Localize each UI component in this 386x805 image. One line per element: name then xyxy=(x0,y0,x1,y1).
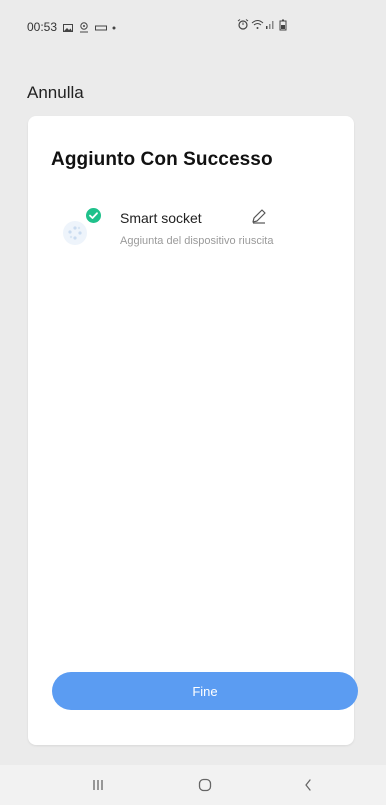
status-left: 00:53 xyxy=(27,20,121,34)
navigation-bar xyxy=(0,765,386,805)
home-icon[interactable] xyxy=(175,765,235,805)
check-icon xyxy=(86,208,101,228)
device-status: Aggiunta del dispositivo riuscita xyxy=(120,235,274,247)
status-right xyxy=(237,19,289,31)
battery-icon xyxy=(279,19,289,31)
alarm-icon xyxy=(237,19,249,30)
location-icon xyxy=(79,22,89,33)
device-row: Smart socket Aggiunta del dispositivo ri… xyxy=(58,202,348,262)
pencil-icon[interactable] xyxy=(250,207,268,225)
message-icon xyxy=(95,22,108,32)
status-time: 00:53 xyxy=(27,20,58,34)
back-icon[interactable] xyxy=(278,765,338,805)
gallery-icon xyxy=(63,22,74,32)
wifi-icon xyxy=(251,19,264,29)
device-icon xyxy=(58,208,102,252)
done-button[interactable]: Fine xyxy=(52,672,358,710)
signal-icon xyxy=(265,19,275,29)
device-name: Smart socket xyxy=(120,210,202,226)
dot-icon xyxy=(111,22,121,32)
card-title: Aggiunto Con Successo xyxy=(51,149,273,170)
cancel-button[interactable]: Annulla xyxy=(27,83,84,103)
success-card: Aggiunto Con Successo Smart socket Aggiu… xyxy=(28,116,358,745)
recents-icon[interactable] xyxy=(68,765,128,805)
status-bar: 00:53 xyxy=(0,0,386,54)
